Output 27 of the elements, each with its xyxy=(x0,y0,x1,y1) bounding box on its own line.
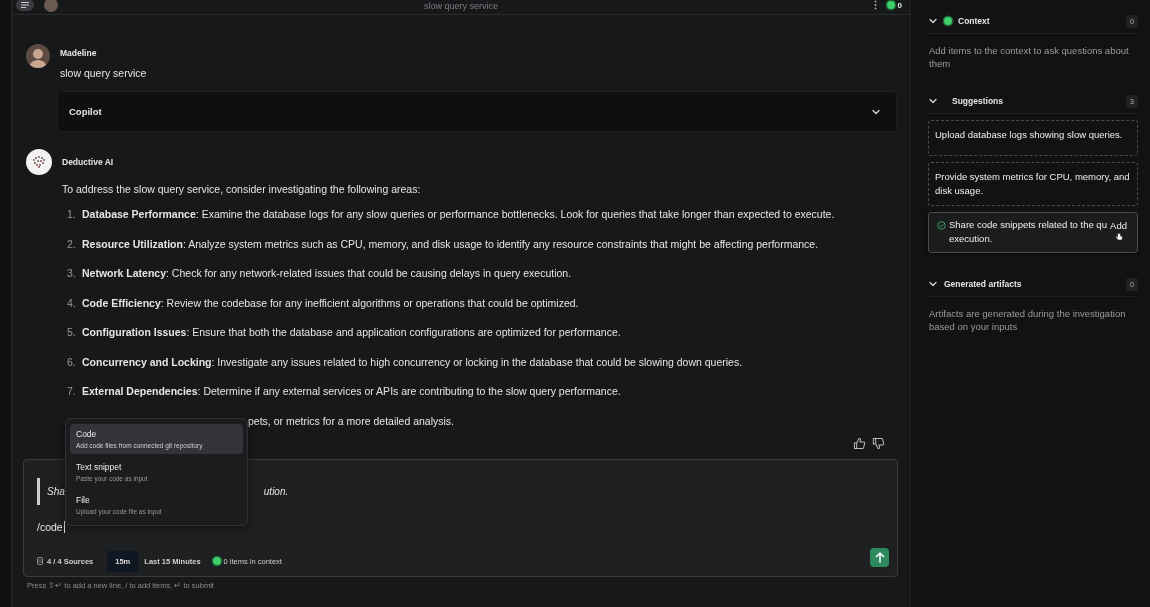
list-item-text: Resource Utilization: Analyze system metrics such as CPU, memory, and disk usage to identify any resource constraints that might be affecting performance. xyxy=(82,237,819,250)
section-description: Artifacts are generated during the investigation based on your inputs xyxy=(929,307,1127,333)
list-number: 6. xyxy=(67,355,77,368)
message-text: To address the slow query service, consider investigating the following areas: xyxy=(62,183,422,195)
author-name: Deductive AI xyxy=(62,157,115,167)
list-item-text: Configuration Issues: Ensure that both the database and application configurations are optimized for performance. xyxy=(82,326,621,339)
suggestion-text: Share code snippets related to the qu xyxy=(949,218,1107,232)
section-description: Add items to the context to ask questions about them xyxy=(929,44,1130,70)
list-item-text: Network Latency: Check for any network-related issues that could be causing delays in query execution. xyxy=(82,267,572,280)
quoted-text: Sha xyxy=(47,485,65,497)
suggestion-text: execution. xyxy=(949,232,994,246)
list-item-text: Concurrency and Locking: Investigate any issues related to high concurrency or locking in the database that could be slowing down queries. xyxy=(82,355,743,368)
message-text: pets, or metrics for a more detailed analysis. xyxy=(248,414,454,427)
list-item-text: Code Efficiency: Review the codebase for any inefficient algorithms or operations that could be optimized. xyxy=(82,296,579,309)
author-name: Madeline xyxy=(60,48,98,58)
list-item-text: Database Performance: Examine the database logs for any slow queries or performance bottlenecks. Look for queries that take longer than expected to execute. xyxy=(82,208,835,221)
list-number: 1. xyxy=(67,208,77,221)
list-number: 5. xyxy=(67,326,77,339)
list-number: 2. xyxy=(67,237,77,250)
status-count: 0 xyxy=(897,0,902,10)
quoted-text: ution. xyxy=(263,485,289,497)
list-number: 7. xyxy=(67,385,77,398)
list-number: 3. xyxy=(67,267,77,280)
window-title: slow query service xyxy=(424,1,498,11)
message-text: slow query service xyxy=(60,67,148,79)
list-item-text: External Dependencies: Determine if any external services or APIs are contributing to the slow query performance. xyxy=(82,385,621,398)
list-number: 4. xyxy=(67,296,77,309)
